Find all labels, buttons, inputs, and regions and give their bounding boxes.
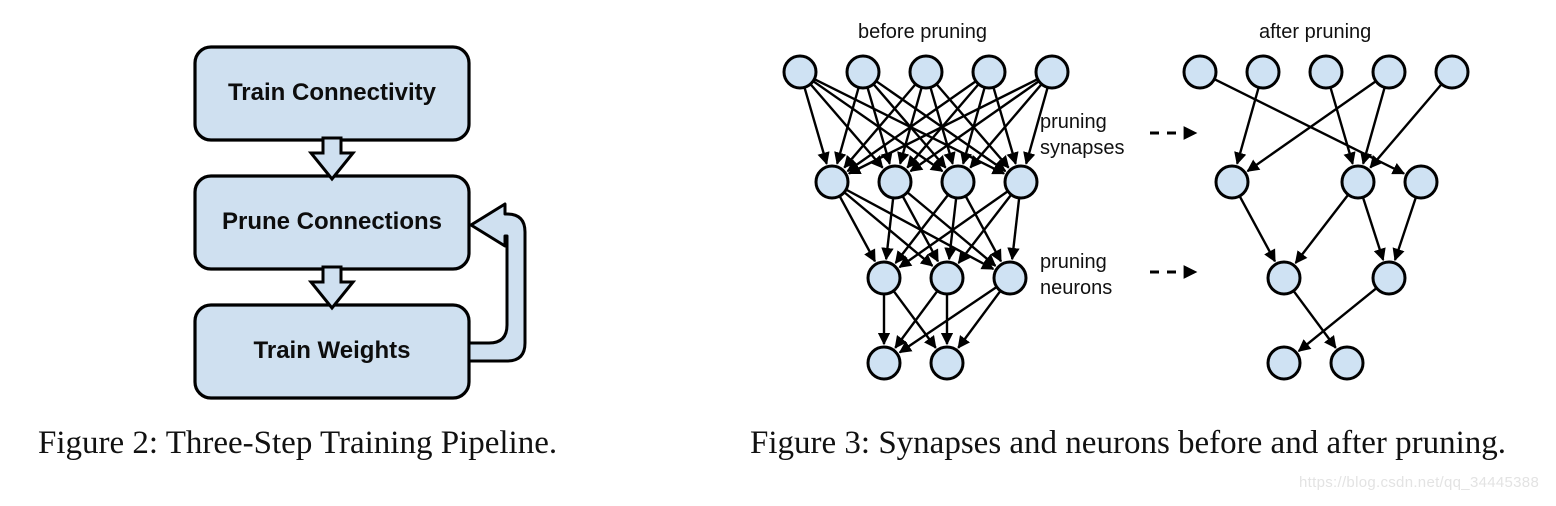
after-pruning-neuron-input-1: [1182, 54, 1218, 90]
before-pruning-edge: [811, 79, 944, 173]
annotation-pruning-synapses-line2: synapses: [1040, 136, 1125, 159]
before-pruning-neuron-hidden2-3: [992, 260, 1028, 296]
after-pruning-neuron-hidden1-1: [1214, 164, 1250, 200]
before-pruning-edge: [1007, 196, 1021, 261]
before-pruning-edge: [909, 79, 1041, 173]
before-pruning-neuron-hidden1-4: [1003, 164, 1039, 200]
annotation-pruning-neurons: pruning neurons: [1040, 250, 1112, 301]
before-pruning-neuron-hidden1-3: [940, 164, 976, 200]
before-pruning-edge: [874, 79, 1007, 173]
after-pruning-neuron-hidden1-3: [1403, 164, 1439, 200]
after-pruning-neuron-hidden2-2: [1371, 260, 1407, 296]
figure-page: Train Connectivity Prune Connections Tra…: [0, 0, 1556, 506]
dashed-transition-arrows: [1150, 126, 1198, 279]
after-pruning-edge: [1294, 193, 1350, 264]
after-pruning-edge: [1361, 195, 1386, 262]
before-pruning-edge: [846, 79, 978, 173]
after-pruning-edge: [1329, 86, 1356, 165]
before-pruning-edge: [834, 86, 861, 165]
after-pruning-edge: [1360, 86, 1387, 165]
before-pruning-neuron-hidden1-1: [814, 164, 850, 200]
before-pruning-neuron-input-5: [1034, 54, 1070, 90]
after-pruning-neuron-input-5: [1434, 54, 1470, 90]
before-pruning-neuron-hidden2-1: [866, 260, 902, 296]
before-pruning-edge: [964, 194, 1003, 263]
figure3-caption: Figure 3: Synapses and neurons before an…: [750, 425, 1507, 461]
before-pruning-edge: [838, 194, 877, 263]
after-pruning-neuron-input-2: [1245, 54, 1281, 90]
after-pruning-edge: [1234, 86, 1261, 165]
after-pruning-neuron-hidden2-1: [1266, 260, 1302, 296]
annotation-pruning-neurons-line2: neurons: [1040, 276, 1113, 299]
after-pruning-edges: [1212, 77, 1444, 352]
before-pruning-neuron-input-3: [908, 54, 944, 90]
after-pruning-edge: [1212, 77, 1406, 175]
before-pruning-edges: [803, 77, 1050, 354]
after-pruning-neuron-input-3: [1308, 54, 1344, 90]
after-pruning-title: after pruning: [1259, 21, 1372, 43]
before-pruning-edge: [898, 189, 1010, 269]
before-pruning-neuron-input-1: [782, 54, 818, 90]
before-pruning-neuron-hidden2-2: [929, 260, 965, 296]
after-pruning-edge: [1238, 194, 1277, 263]
after-pruning-neuron-output-2: [1329, 345, 1365, 381]
after-pruning-edge: [1297, 286, 1379, 352]
annotation-pruning-synapses: pruning synapses: [1040, 110, 1125, 161]
before-pruning-edge: [957, 193, 1013, 264]
before-pruning-title: before pruning: [858, 21, 987, 43]
annotation-pruning-synapses-line1: pruning: [1040, 111, 1107, 133]
watermark-url: https://blog.csdn.net/qq_34445388: [1299, 474, 1540, 491]
before-pruning-neuron-hidden1-2: [877, 164, 913, 200]
before-pruning-edge: [894, 289, 940, 349]
annotation-pruning-neurons-line1: pruning: [1040, 251, 1107, 273]
before-pruning-neuron-output-2: [929, 345, 965, 381]
after-pruning-neuron-input-4: [1371, 54, 1407, 90]
before-pruning-neuron-output-1: [866, 345, 902, 381]
after-pruning-neuron-output-1: [1266, 345, 1302, 381]
before-pruning-neuron-input-2: [845, 54, 881, 90]
after-pruning-neuron-hidden1-2: [1340, 164, 1376, 200]
after-pruning-edge: [1246, 79, 1378, 173]
before-pruning-edge: [891, 289, 937, 349]
before-pruning-neuron-input-4: [971, 54, 1007, 90]
after-pruning-edge: [1392, 195, 1418, 262]
